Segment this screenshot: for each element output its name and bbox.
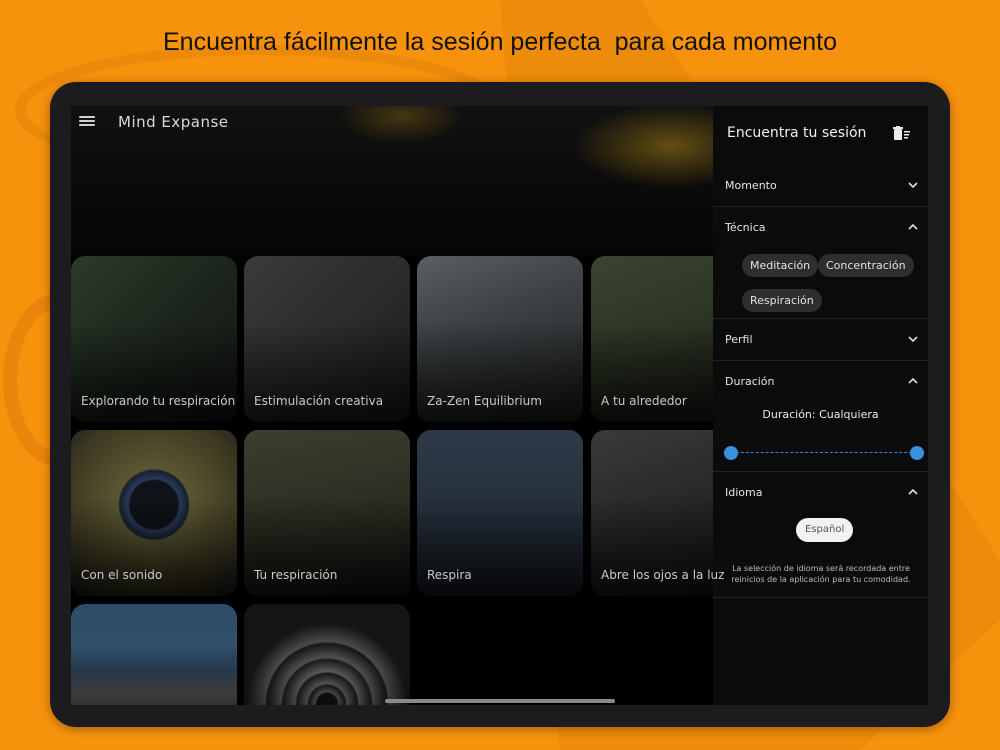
chevron-up-icon [908,223,918,230]
session-card[interactable]: Explorando tu respiración [71,256,237,422]
app-title: Mind Expanse [118,113,229,131]
duration-slider-track[interactable] [731,452,917,453]
chevron-down-icon [908,182,918,189]
section-idioma[interactable]: Idioma [713,472,928,514]
session-card-label: Abre los ojos a la luz [601,568,725,582]
section-momento[interactable]: Momento [713,165,928,207]
promo-headline: Encuentra fácilmente la sesión perfecta … [163,28,837,56]
section-perfil-label: Perfil [725,333,753,346]
section-idioma-label: Idioma [725,486,763,499]
session-card-label: Tu respiración [254,568,338,582]
chevron-up-icon [908,377,918,384]
session-card[interactable]: Tu respiración [244,430,410,596]
session-card-label: Con el sonido [81,568,163,582]
filter-panel: Encuentra tu sesión Momento Técnica Medi… [713,106,928,705]
session-card[interactable]: Za-Zen Equilibrium [417,256,583,422]
chip-meditacion[interactable]: Meditación [742,254,819,277]
chevron-down-icon [908,336,918,343]
session-card[interactable]: Con el sonido [71,430,237,596]
session-card-label: Za-Zen Equilibrium [427,394,542,408]
section-duracion[interactable]: Duración [713,361,928,403]
session-card[interactable] [244,604,410,705]
app-screen: Mind Expanse Explorando tu respiración E… [71,106,928,705]
filter-panel-title: Encuentra tu sesión [727,125,867,141]
divider [713,597,928,598]
duration-slider-min-thumb[interactable] [724,446,738,460]
home-indicator[interactable] [385,699,615,703]
session-card-label: Respira [427,568,472,582]
language-note: La selección de idioma será recordada en… [731,564,911,584]
session-card[interactable] [71,604,237,705]
chip-concentracion[interactable]: Concentración [818,254,914,277]
section-duracion-label: Duración [725,375,775,388]
section-momento-label: Momento [725,179,777,192]
chip-respiracion[interactable]: Respiración [742,289,822,312]
section-tecnica-label: Técnica [725,221,766,234]
session-card-label: A tu alrededor [601,394,687,408]
session-card-label: Estimulación creativa [254,394,384,408]
language-chip-espanol[interactable]: Español [796,518,854,542]
duration-slider-max-thumb[interactable] [910,446,924,460]
session-card[interactable]: Respira [417,430,583,596]
section-perfil[interactable]: Perfil [713,319,928,361]
duration-value: Duración: Cualquiera [762,408,879,421]
chevron-up-icon [908,488,918,495]
session-card-label: Explorando tu respiración [81,394,236,408]
session-card[interactable]: Estimulación creativa [244,256,410,422]
hamburger-menu-icon[interactable] [79,114,95,128]
section-tecnica[interactable]: Técnica [713,207,928,249]
clear-filters-icon[interactable] [893,126,911,141]
